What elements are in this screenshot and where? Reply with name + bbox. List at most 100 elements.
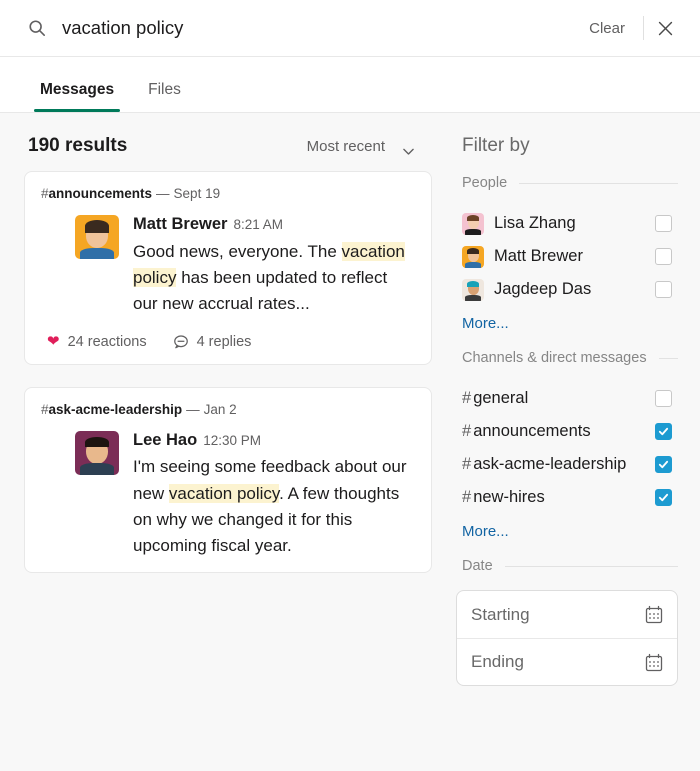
filter-sidebar: Filter by People Lisa Zhang Matt Brewer Ja…	[448, 113, 700, 771]
channel-filter-row[interactable]: # new-hires	[456, 481, 678, 514]
channels-label: Channels & direct messages	[462, 350, 647, 366]
tab-files[interactable]: Files	[136, 81, 193, 112]
filter-checkbox[interactable]	[655, 456, 672, 473]
search-icon	[28, 19, 46, 37]
search-result-card[interactable]: #announcements — Sept 19 Matt Brewer 8:21 A…	[24, 171, 432, 365]
result-footer: ❤ 24 reactions 4 replies	[41, 318, 415, 352]
channel-filter-row[interactable]: # general	[456, 382, 678, 415]
people-filter-label: Jagdeep Das	[494, 280, 592, 298]
message-body: Lee Hao 12:30 PM I'm seeing some feedback…	[133, 431, 415, 560]
people-filter-row[interactable]: Jagdeep Das	[456, 273, 678, 306]
results-count: 190 results	[28, 135, 128, 156]
result-channel[interactable]: #announcements	[41, 186, 152, 201]
heart-emoji-icon: ❤	[47, 333, 60, 351]
modal-body: 190 results Most recent #announcements — S…	[0, 113, 700, 771]
reactions-label: 24 reactions	[67, 333, 147, 350]
header-divider	[643, 16, 644, 40]
people-filter-label: Lisa Zhang	[494, 214, 576, 232]
people-filter-row[interactable]: Lisa Zhang	[456, 207, 678, 240]
message-header: Matt Brewer 8:21 AM	[133, 215, 415, 234]
replies-item[interactable]: 4 replies	[173, 334, 251, 350]
avatar-hair	[466, 247, 480, 254]
date-range-box: Starting Ending	[456, 590, 678, 686]
filter-title: Filter by	[462, 135, 530, 156]
people-group-header: People	[456, 175, 678, 195]
meta-dash: —	[186, 401, 200, 417]
avatar	[462, 212, 484, 235]
hash-icon: #	[41, 186, 49, 201]
result-meta: #ask-acme-leadership — Jan 2	[41, 402, 415, 417]
tab-messages[interactable]: Messages	[28, 81, 126, 112]
avatar-body	[464, 261, 482, 268]
chevron-down-icon	[403, 143, 414, 155]
search-result-card[interactable]: #ask-acme-leadership — Jan 2 Lee Hao 12:30 …	[24, 386, 432, 573]
results-header: 190 results Most recent	[24, 113, 432, 171]
avatar-hair	[85, 436, 109, 448]
date-ending-field[interactable]: Ending	[457, 638, 677, 685]
avatar-hair	[466, 214, 480, 221]
channels-more-link[interactable]: More...	[456, 514, 515, 544]
avatar-body	[464, 228, 482, 235]
meta-dash: —	[156, 186, 170, 201]
slack-search-modal: Clear Messages Files 190 results Most re…	[0, 0, 700, 771]
avatar	[462, 278, 484, 301]
filter-checkbox[interactable]	[655, 489, 672, 506]
calendar-icon	[645, 605, 663, 624]
avatar-hair	[84, 220, 110, 233]
filter-checkbox[interactable]	[655, 423, 672, 440]
result-channel-name: ask-acme-leadership	[48, 401, 183, 417]
search-input[interactable]	[62, 17, 576, 39]
result-channel-name: announcements	[48, 186, 153, 201]
results-column: 190 results Most recent #announcements — S…	[0, 113, 448, 771]
sort-dropdown[interactable]: Most recent	[301, 137, 420, 156]
avatar[interactable]	[75, 430, 119, 475]
avatar[interactable]	[75, 215, 119, 259]
channel-filter-label: # new-hires	[462, 488, 545, 506]
hash-icon: #	[462, 455, 472, 473]
avatar	[462, 245, 484, 268]
close-button[interactable]	[648, 11, 682, 45]
channel-filter-label: # announcements	[462, 422, 591, 440]
search-bar: Clear	[0, 0, 700, 57]
people-filter-list: Lisa Zhang Matt Brewer Jagdeep Das	[456, 207, 678, 306]
message-author[interactable]: Matt Brewer	[133, 215, 227, 233]
group-divider	[658, 357, 678, 359]
filter-checkbox[interactable]	[655, 248, 672, 265]
message-text-run: Good news, everyone. The	[133, 241, 342, 261]
date-starting-field[interactable]: Starting	[457, 591, 677, 638]
filter-checkbox[interactable]	[655, 215, 672, 232]
hash-icon: #	[41, 401, 49, 417]
message-row: Matt Brewer 8:21 AM Good news, everyone. …	[41, 215, 415, 318]
people-filter-row[interactable]: Matt Brewer	[456, 240, 678, 273]
avatar-body	[80, 463, 114, 475]
people-label: People	[462, 175, 508, 191]
filter-checkbox[interactable]	[655, 390, 672, 407]
filter-checkbox[interactable]	[655, 281, 672, 298]
channel-filter-row[interactable]: # announcements	[456, 415, 678, 448]
result-date: Sept 19	[173, 186, 221, 201]
clear-button[interactable]: Clear	[575, 16, 639, 41]
channel-filter-label: # general	[462, 389, 529, 407]
channel-filter-row[interactable]: # ask-acme-leadership	[456, 448, 678, 481]
people-more-link[interactable]: More...	[456, 306, 515, 336]
reply-bubble-icon	[173, 334, 189, 350]
message-author[interactable]: Lee Hao	[133, 431, 197, 449]
date-label: Date	[462, 558, 493, 574]
result-channel[interactable]: #ask-acme-leadership	[41, 402, 182, 417]
hash-icon: #	[462, 488, 472, 506]
channel-filter-label: # ask-acme-leadership	[462, 455, 627, 473]
date-ending-placeholder: Ending	[471, 652, 524, 671]
check-icon	[658, 460, 669, 469]
tab-bar: Messages Files	[0, 57, 700, 113]
hash-icon: #	[462, 389, 472, 407]
message-time: 12:30 PM	[203, 432, 261, 448]
message-body: Matt Brewer 8:21 AM Good news, everyone. …	[133, 215, 415, 318]
sort-label: Most recent	[306, 137, 385, 155]
reactions-item[interactable]: ❤ 24 reactions	[47, 334, 147, 350]
date-starting-placeholder: Starting	[471, 604, 530, 624]
result-date: Jan 2	[203, 401, 237, 417]
search-term-highlight: vacation policy	[168, 483, 280, 503]
group-divider	[519, 182, 678, 184]
